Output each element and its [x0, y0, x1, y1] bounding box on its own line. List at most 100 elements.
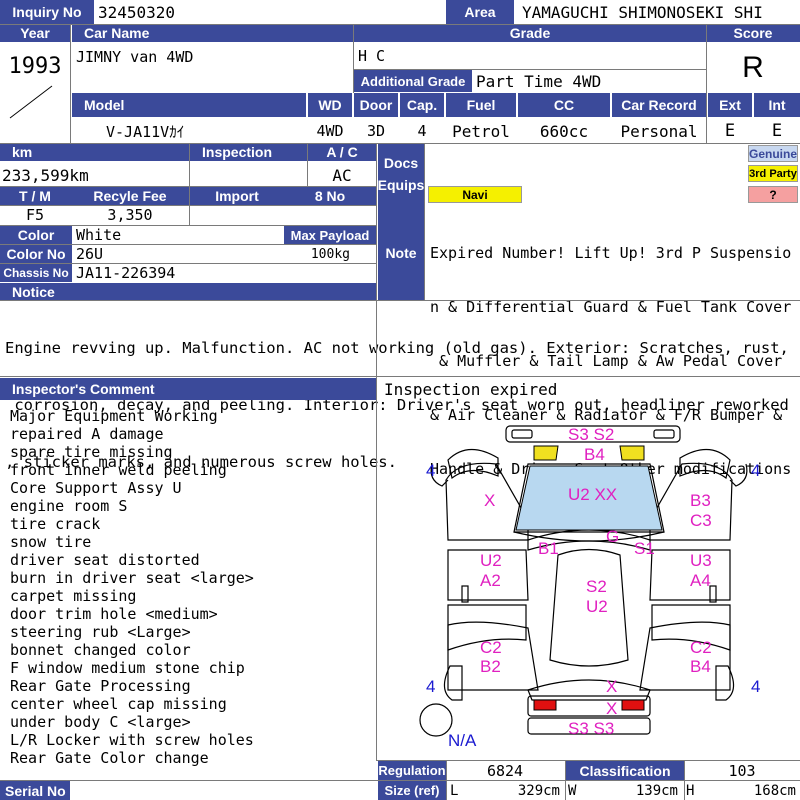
grid-line: [70, 24, 71, 143]
grid-line: [706, 24, 707, 143]
code-left-door-1: U2: [480, 551, 502, 570]
inspector-comment-list: Major Equipment Working repaired A damage…: [10, 407, 376, 777]
grid-line: [0, 376, 800, 377]
grid-line: [354, 69, 706, 70]
area-label: Area: [446, 0, 514, 24]
left-headlight: [533, 445, 559, 461]
regulation-label: Regulation: [378, 761, 446, 780]
comment-line: carpet missing: [10, 587, 137, 605]
tire-count-rl: 4: [426, 677, 435, 696]
grid-line: [353, 24, 354, 93]
genuine-badge: Genuine: [748, 145, 798, 162]
grid-line: [307, 143, 308, 186]
right-mirror: [729, 463, 748, 487]
year-slash: [9, 85, 53, 119]
recycle-fee-label: Recyle Fee: [70, 187, 190, 205]
comment-line: Major Equipment Working: [10, 407, 218, 425]
comment-line: front inner weld peeling: [10, 461, 227, 479]
docs-equips-label: Docs Equips: [378, 143, 424, 205]
code-right-pillar: S1: [634, 539, 655, 558]
regulation-value: 6824: [486, 761, 524, 780]
size-h-label: H: [686, 782, 695, 799]
wd-value: 4WD: [316, 122, 344, 140]
additional-grade-label: Additional Grade: [354, 70, 472, 92]
code-rear-bumper: S3 S3: [568, 719, 614, 738]
cc-label: CC: [518, 93, 610, 117]
unknown-badge: ?: [748, 186, 798, 203]
no8-label: 8 No: [284, 187, 376, 205]
size-h: H 168cm: [686, 781, 800, 800]
third-party-badge: 3rd Party: [748, 165, 798, 182]
left-tail-lamp: [533, 699, 557, 711]
km-label: km: [0, 143, 190, 161]
cap-label: Cap.: [400, 93, 444, 117]
grid-line: [0, 205, 376, 206]
size-w: W 139cm: [568, 781, 682, 800]
docs-label: Docs: [383, 155, 419, 171]
grid-line: [0, 225, 376, 226]
code-right-rear-1: C2: [690, 638, 712, 657]
chassis-no-value: JA11-226394: [76, 264, 176, 282]
grid-line: [0, 186, 376, 187]
max-payload-value: 100kg: [310, 246, 350, 262]
int-label: Int: [754, 93, 800, 117]
cc-value: 660cc: [539, 121, 589, 141]
ac-label: A / C: [308, 143, 376, 161]
code-left-pillar: B1: [538, 539, 559, 558]
grid-line: [189, 143, 190, 225]
serial-no-label: Serial No: [0, 781, 70, 800]
model-value: V-JA11Vｶｲ: [106, 122, 185, 141]
tire-count-fl: 4: [426, 461, 435, 480]
classification-label: Classification: [566, 761, 684, 780]
inspector-comment-label: Inspector's Comment: [0, 378, 376, 400]
score-label: Score: [706, 24, 800, 42]
comment-line: engine room S: [10, 497, 128, 515]
color-value: White: [76, 226, 122, 244]
comment-line: under body C <large>: [10, 713, 191, 731]
chassis-no-label: Chassis No: [0, 264, 72, 282]
inspection-label: Inspection: [190, 143, 308, 161]
grade-value: H C: [358, 47, 386, 65]
ac-value: AC: [332, 165, 352, 185]
comment-line: F window medium stone chip: [10, 659, 245, 677]
inquiry-no-value: 32450320: [98, 2, 176, 22]
tm-value: F5: [25, 206, 45, 224]
notice-line: Engine revving up. Malfunction. AC not w…: [5, 339, 789, 357]
size-l-label: L: [450, 782, 459, 799]
classification-value: 103: [728, 761, 756, 780]
comment-line: Rear Gate Processing: [10, 677, 191, 695]
grid-line: [0, 300, 800, 301]
import-value: [190, 206, 284, 224]
spare-status: N/A: [448, 731, 477, 750]
wd-label: WD: [308, 93, 352, 117]
code-windshield: U2 XX: [568, 485, 617, 504]
code-right-door-1: U3: [690, 551, 712, 570]
tire-count-rr: 4: [751, 677, 760, 696]
grid-line: [0, 780, 800, 781]
inspection-status: Inspection expired: [384, 379, 558, 399]
year-value: 1993: [8, 53, 62, 79]
color-no-value: 26U: [76, 245, 104, 263]
ext-label: Ext: [708, 93, 752, 117]
code-right-fender-2: C3: [690, 511, 712, 530]
car-name-value: JIMNY van 4WD: [76, 48, 194, 66]
code-left-rear-2: B2: [480, 657, 501, 676]
code-roof-1: S2: [586, 577, 607, 596]
car-record-value: Personal: [620, 121, 698, 141]
auction-sheet: Inquiry No 32450320 Area YAMAGUCHI SHIMO…: [0, 0, 800, 800]
year-label: Year: [0, 24, 70, 42]
comment-line: tire crack: [10, 515, 101, 533]
comment-line: snow tire: [10, 533, 92, 551]
fuel-label: Fuel: [446, 93, 516, 117]
right-tail-lamp: [621, 699, 645, 711]
inspection-value: [190, 164, 308, 186]
comment-line: repaired A damage: [10, 425, 164, 443]
front-fog-left: [511, 429, 533, 439]
door-value: 3D: [366, 122, 386, 140]
note-text: Expired Number! Lift Up! 3rd P Suspensio…: [430, 208, 800, 478]
code-tailgate-2: X: [606, 699, 617, 718]
additional-grade-value: Part Time 4WD: [476, 71, 602, 91]
grid-line: [0, 244, 376, 245]
car-damage-diagram: S3 S2 B4 U2 XX G X B3 C3 B1 S1 U2 A2 U3 …: [419, 425, 760, 750]
comment-line: spare tire missing: [10, 443, 173, 461]
